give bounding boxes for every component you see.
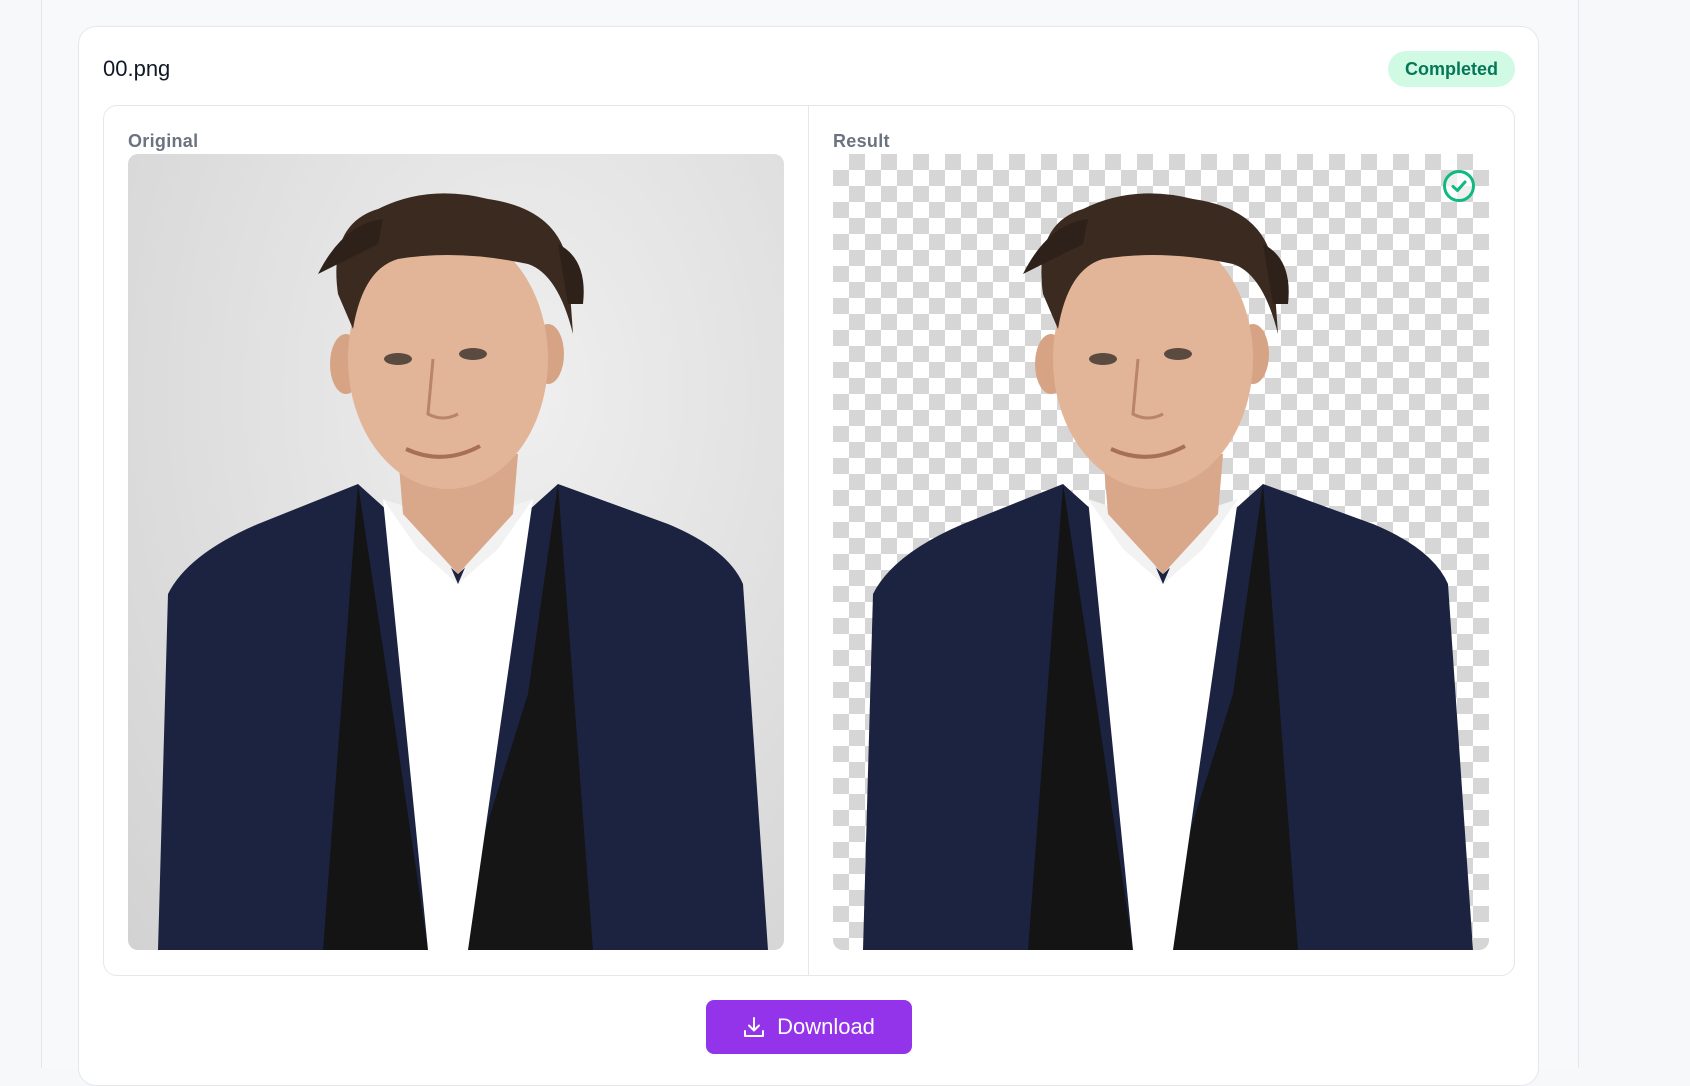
download-label: Download	[777, 1014, 875, 1039]
status-badge: Completed	[1388, 51, 1515, 87]
portrait-result-graphic	[863, 193, 1473, 950]
download-icon	[743, 1016, 765, 1038]
panel-divider	[808, 106, 809, 975]
portrait-original-graphic	[158, 193, 768, 950]
check-circle-icon	[1442, 169, 1476, 203]
original-label: Original	[128, 131, 199, 151]
file-name: 00.png	[103, 56, 171, 81]
original-image	[128, 154, 784, 950]
result-image	[833, 154, 1489, 950]
result-label: Result	[833, 131, 890, 151]
download-button[interactable]: Download	[706, 1000, 912, 1054]
